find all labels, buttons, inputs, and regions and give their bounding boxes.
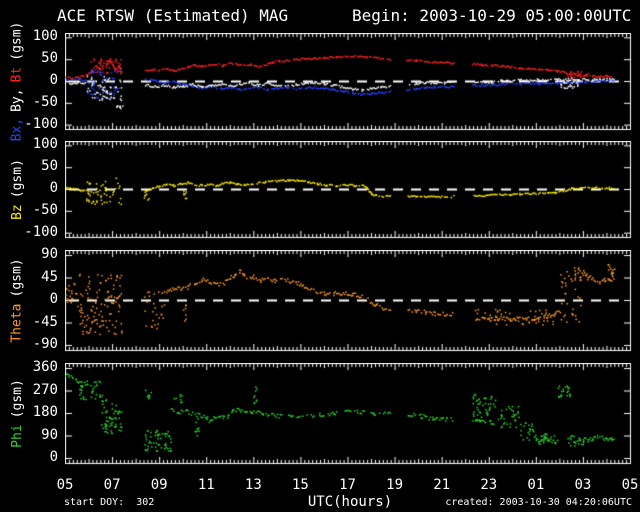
x-tick-label: 01 [527, 477, 545, 493]
y-tick-label: 360 [32, 359, 58, 375]
x-tick-label: 11 [197, 477, 215, 493]
x-tick-label: 09 [150, 477, 168, 493]
y-tick-label: 50 [41, 50, 58, 67]
x-tick-label: 17 [339, 477, 356, 493]
y-tick-label: 90 [41, 246, 58, 262]
y-tick-label: -50 [32, 201, 58, 218]
x-tick-label: 05 [621, 477, 639, 493]
y-tick-label: 0 [49, 291, 58, 307]
panel-bz-canvas [65, 141, 632, 239]
y-tick-label: -90 [32, 336, 58, 352]
x-tick-label: 03 [574, 477, 592, 493]
y-tick-label: 270 [32, 381, 58, 398]
y-tick-label: 0 [49, 449, 58, 465]
x-tick-label: 19 [386, 477, 403, 493]
y-tick-label: 45 [41, 268, 58, 285]
ace-rtsw-mag-plot: ACE RTSW (Estimated) MAG Begin: 2003-10-… [0, 0, 640, 512]
page-title: ACE RTSW (Estimated) MAG [57, 6, 289, 25]
y-tick-label: 0 [49, 180, 58, 196]
x-tick-label: 07 [103, 477, 121, 493]
x-axis-title: UTC(hours) [307, 494, 393, 510]
y-tick-label: 90 [41, 426, 58, 443]
created-timestamp: created: 2003-10-30 04:20:06UTC [445, 497, 632, 508]
y-tick-label: 180 [32, 404, 58, 420]
y-tick-label: -45 [32, 313, 58, 330]
y-tick-label: -50 [32, 93, 58, 110]
x-tick-label: 23 [480, 477, 498, 493]
panel-phi-canvas [65, 363, 632, 465]
x-tick-label: 21 [433, 477, 451, 493]
x-tick-label: 13 [244, 477, 262, 493]
panel-bxbybt-canvas [65, 33, 632, 131]
start-doy-label: start DOY: 302 [64, 497, 155, 508]
begin-timestamp: Begin: 2003-10-29 05:00:00UTC [352, 6, 632, 25]
y-tick-label: 50 [41, 158, 58, 175]
y-tick-label: 100 [32, 136, 58, 153]
y-tick-label: 0 [49, 72, 58, 88]
y-tick-label: -100 [24, 115, 58, 132]
y-tick-label: 100 [32, 28, 58, 45]
x-tick-label: 05 [56, 477, 74, 493]
y-tick-label: -100 [24, 223, 58, 240]
x-tick-label: 15 [291, 477, 309, 493]
panel-theta-canvas [65, 250, 632, 352]
